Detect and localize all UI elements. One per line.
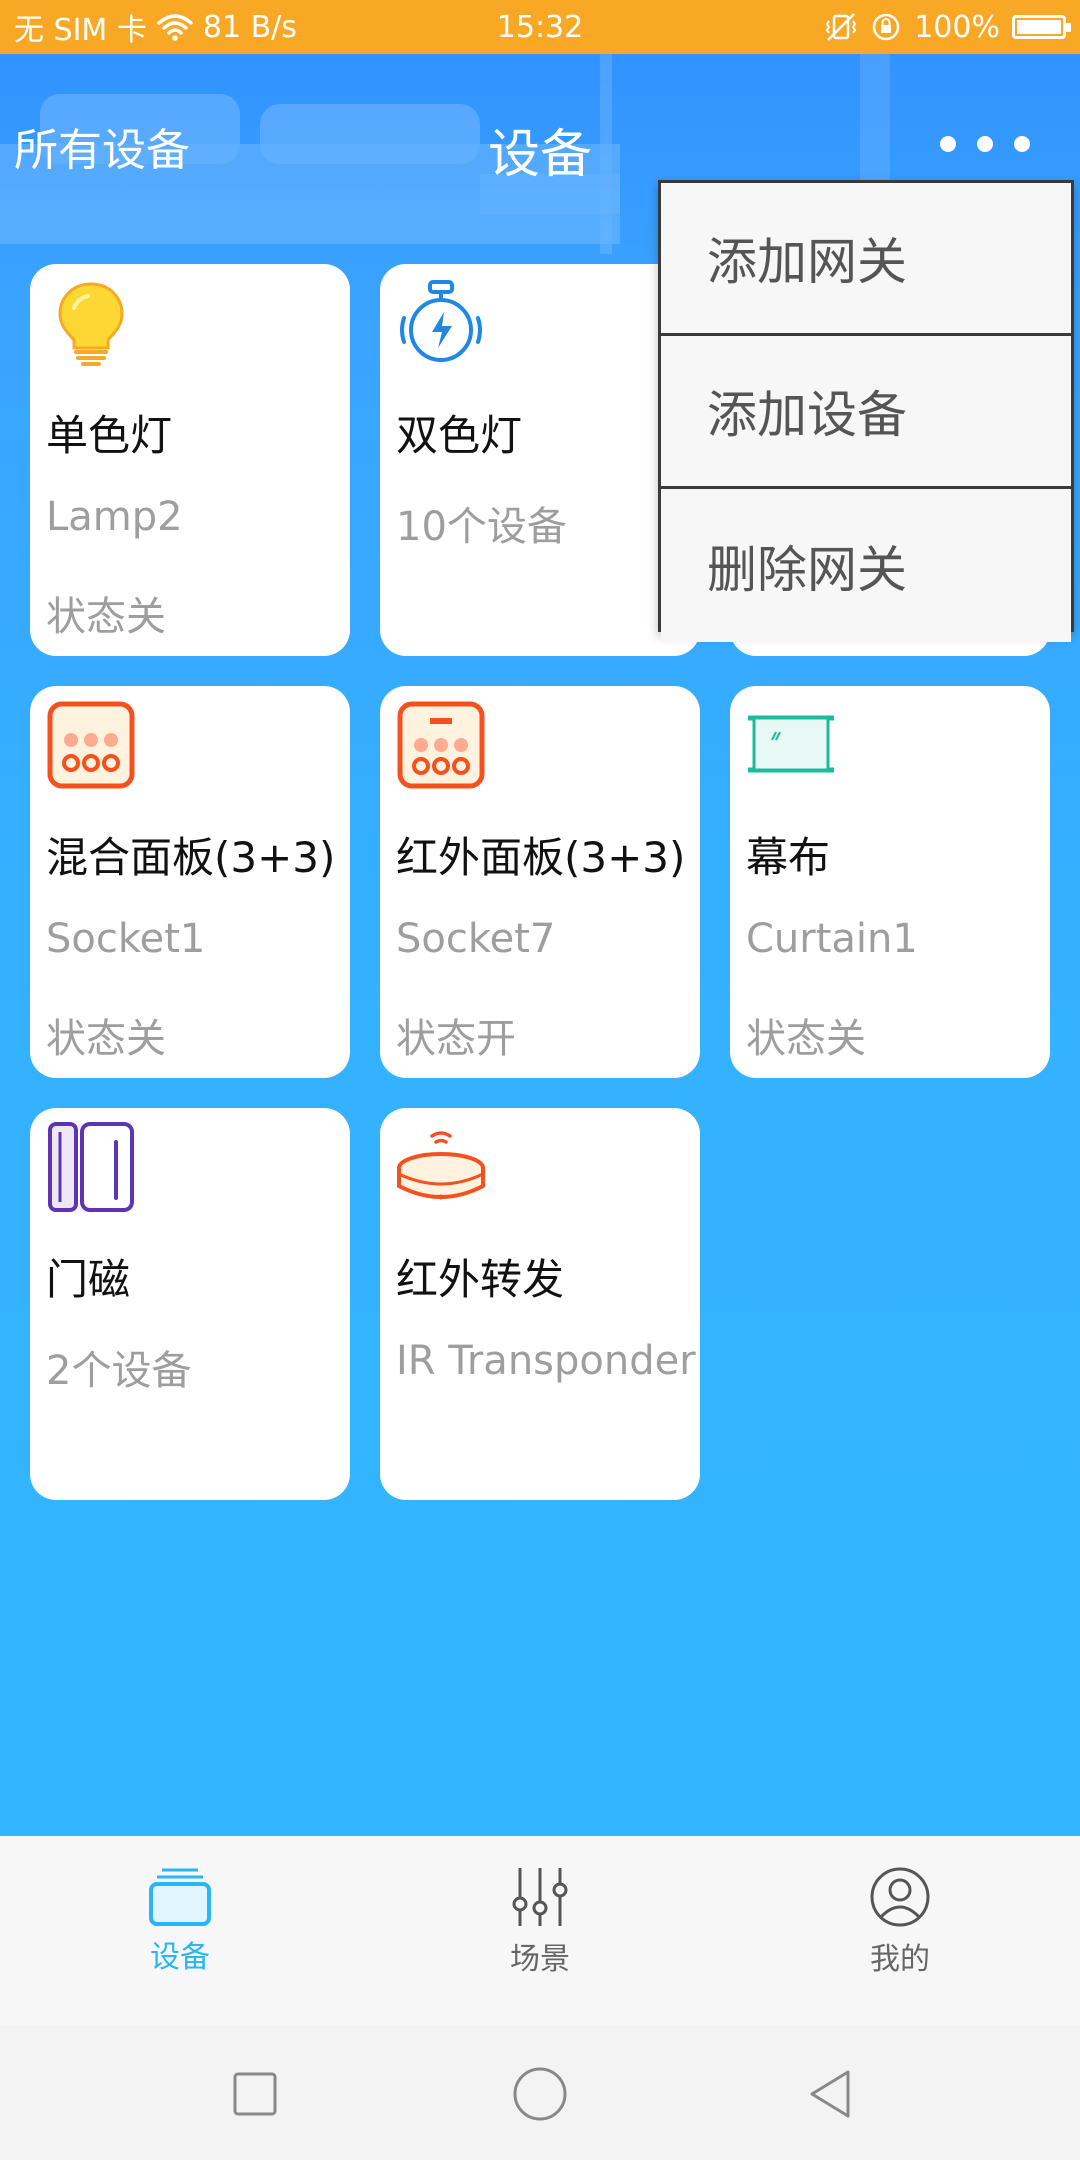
ir-transponder-icon — [397, 1131, 485, 1200]
door-sensor-icon — [48, 1122, 134, 1212]
device-card-door-sensor[interactable]: 门磁 2个设备 — [30, 1108, 350, 1500]
device-name: 门磁 — [46, 1255, 131, 1304]
device-tab-icon — [149, 1868, 211, 1926]
device-name: 红外转发 — [396, 1255, 565, 1304]
scene-sliders-icon — [512, 1868, 568, 1926]
device-state: 状态关 — [746, 1016, 866, 1062]
device-sub: 10个设备 — [396, 504, 567, 550]
curtain-screen-icon — [748, 715, 834, 773]
device-state: 状态关 — [46, 1016, 166, 1062]
menu-item-delete-gateway[interactable]: 删除网关 — [661, 489, 1071, 642]
all-devices-button[interactable]: 所有设备 — [14, 114, 190, 178]
device-state: 状态开 — [396, 1016, 516, 1062]
ir-panel-icon — [397, 701, 485, 789]
device-sub: Lamp2 — [46, 494, 183, 540]
device-sub: 2个设备 — [46, 1348, 192, 1394]
net-speed-text: 81 B/s — [202, 9, 297, 45]
rotation-lock-icon — [872, 13, 900, 41]
bicolor-lamp-icon — [400, 280, 482, 362]
device-sub: Curtain1 — [746, 916, 918, 962]
device-name: 混合面板(3+3) — [46, 833, 336, 882]
device-sub: IR Transponder — [396, 1338, 696, 1384]
device-state: 状态关 — [46, 594, 166, 640]
home-circle-icon[interactable] — [510, 2064, 570, 2124]
time-text: 15:32 — [496, 9, 584, 45]
back-triangle-icon[interactable] — [800, 2064, 860, 2124]
more-dots-icon[interactable] — [940, 124, 1030, 164]
device-card-mixed-panel[interactable]: 混合面板(3+3) Socket1 状态关 — [30, 686, 350, 1078]
profile-icon — [870, 1867, 930, 1927]
tab-devices[interactable]: 设备 — [90, 1866, 270, 1996]
device-card-single-color-lamp[interactable]: 单色灯 Lamp2 状态关 — [30, 264, 350, 656]
system-navigation-bar — [0, 2026, 1080, 2160]
device-card-bicolor-lamp[interactable]: 双色灯 10个设备 — [380, 264, 700, 656]
tab-label: 场景 — [510, 1942, 570, 1977]
wifi-icon — [157, 14, 193, 41]
menu-item-add-device[interactable]: 添加设备 — [661, 336, 1071, 489]
menu-item-add-gateway[interactable]: 添加网关 — [661, 183, 1071, 336]
recents-square-icon[interactable] — [225, 2064, 285, 2124]
tab-scenes[interactable]: 场景 — [450, 1866, 630, 1996]
device-name: 双色灯 — [396, 411, 523, 460]
device-card-ir-transponder[interactable]: 红外转发 IR Transponder — [380, 1108, 700, 1500]
tab-mine[interactable]: 我的 — [810, 1866, 990, 1996]
vibrate-icon — [826, 13, 857, 41]
status-right: 100% — [824, 0, 1071, 54]
battery-icon — [1012, 15, 1071, 39]
bulb-icon — [58, 282, 124, 366]
panel-icon — [47, 701, 135, 789]
device-name: 幕布 — [746, 833, 831, 882]
device-sub: Socket1 — [46, 916, 206, 962]
tab-label: 设备 — [150, 1940, 210, 1975]
tab-label: 我的 — [870, 1942, 930, 1977]
device-name: 单色灯 — [46, 411, 173, 460]
status-left: 无 SIM 卡 81 B/s — [14, 0, 297, 54]
device-name: 红外面板(3+3) — [396, 833, 686, 882]
device-sub: Socket7 — [396, 916, 556, 962]
status-bar: 无 SIM 卡 81 B/s 15:32 100% — [0, 0, 1080, 54]
carrier-text: 无 SIM 卡 — [14, 13, 147, 48]
bottom-navigation: 设备 场景 我的 — [0, 1836, 1080, 2026]
device-card-curtain[interactable]: 幕布 Curtain1 状态关 — [730, 686, 1050, 1078]
battery-text: 100% — [914, 9, 1000, 45]
device-card-ir-panel[interactable]: 红外面板(3+3) Socket7 状态开 — [380, 686, 700, 1078]
options-dropdown-menu: 添加网关 添加设备 删除网关 — [658, 180, 1074, 642]
